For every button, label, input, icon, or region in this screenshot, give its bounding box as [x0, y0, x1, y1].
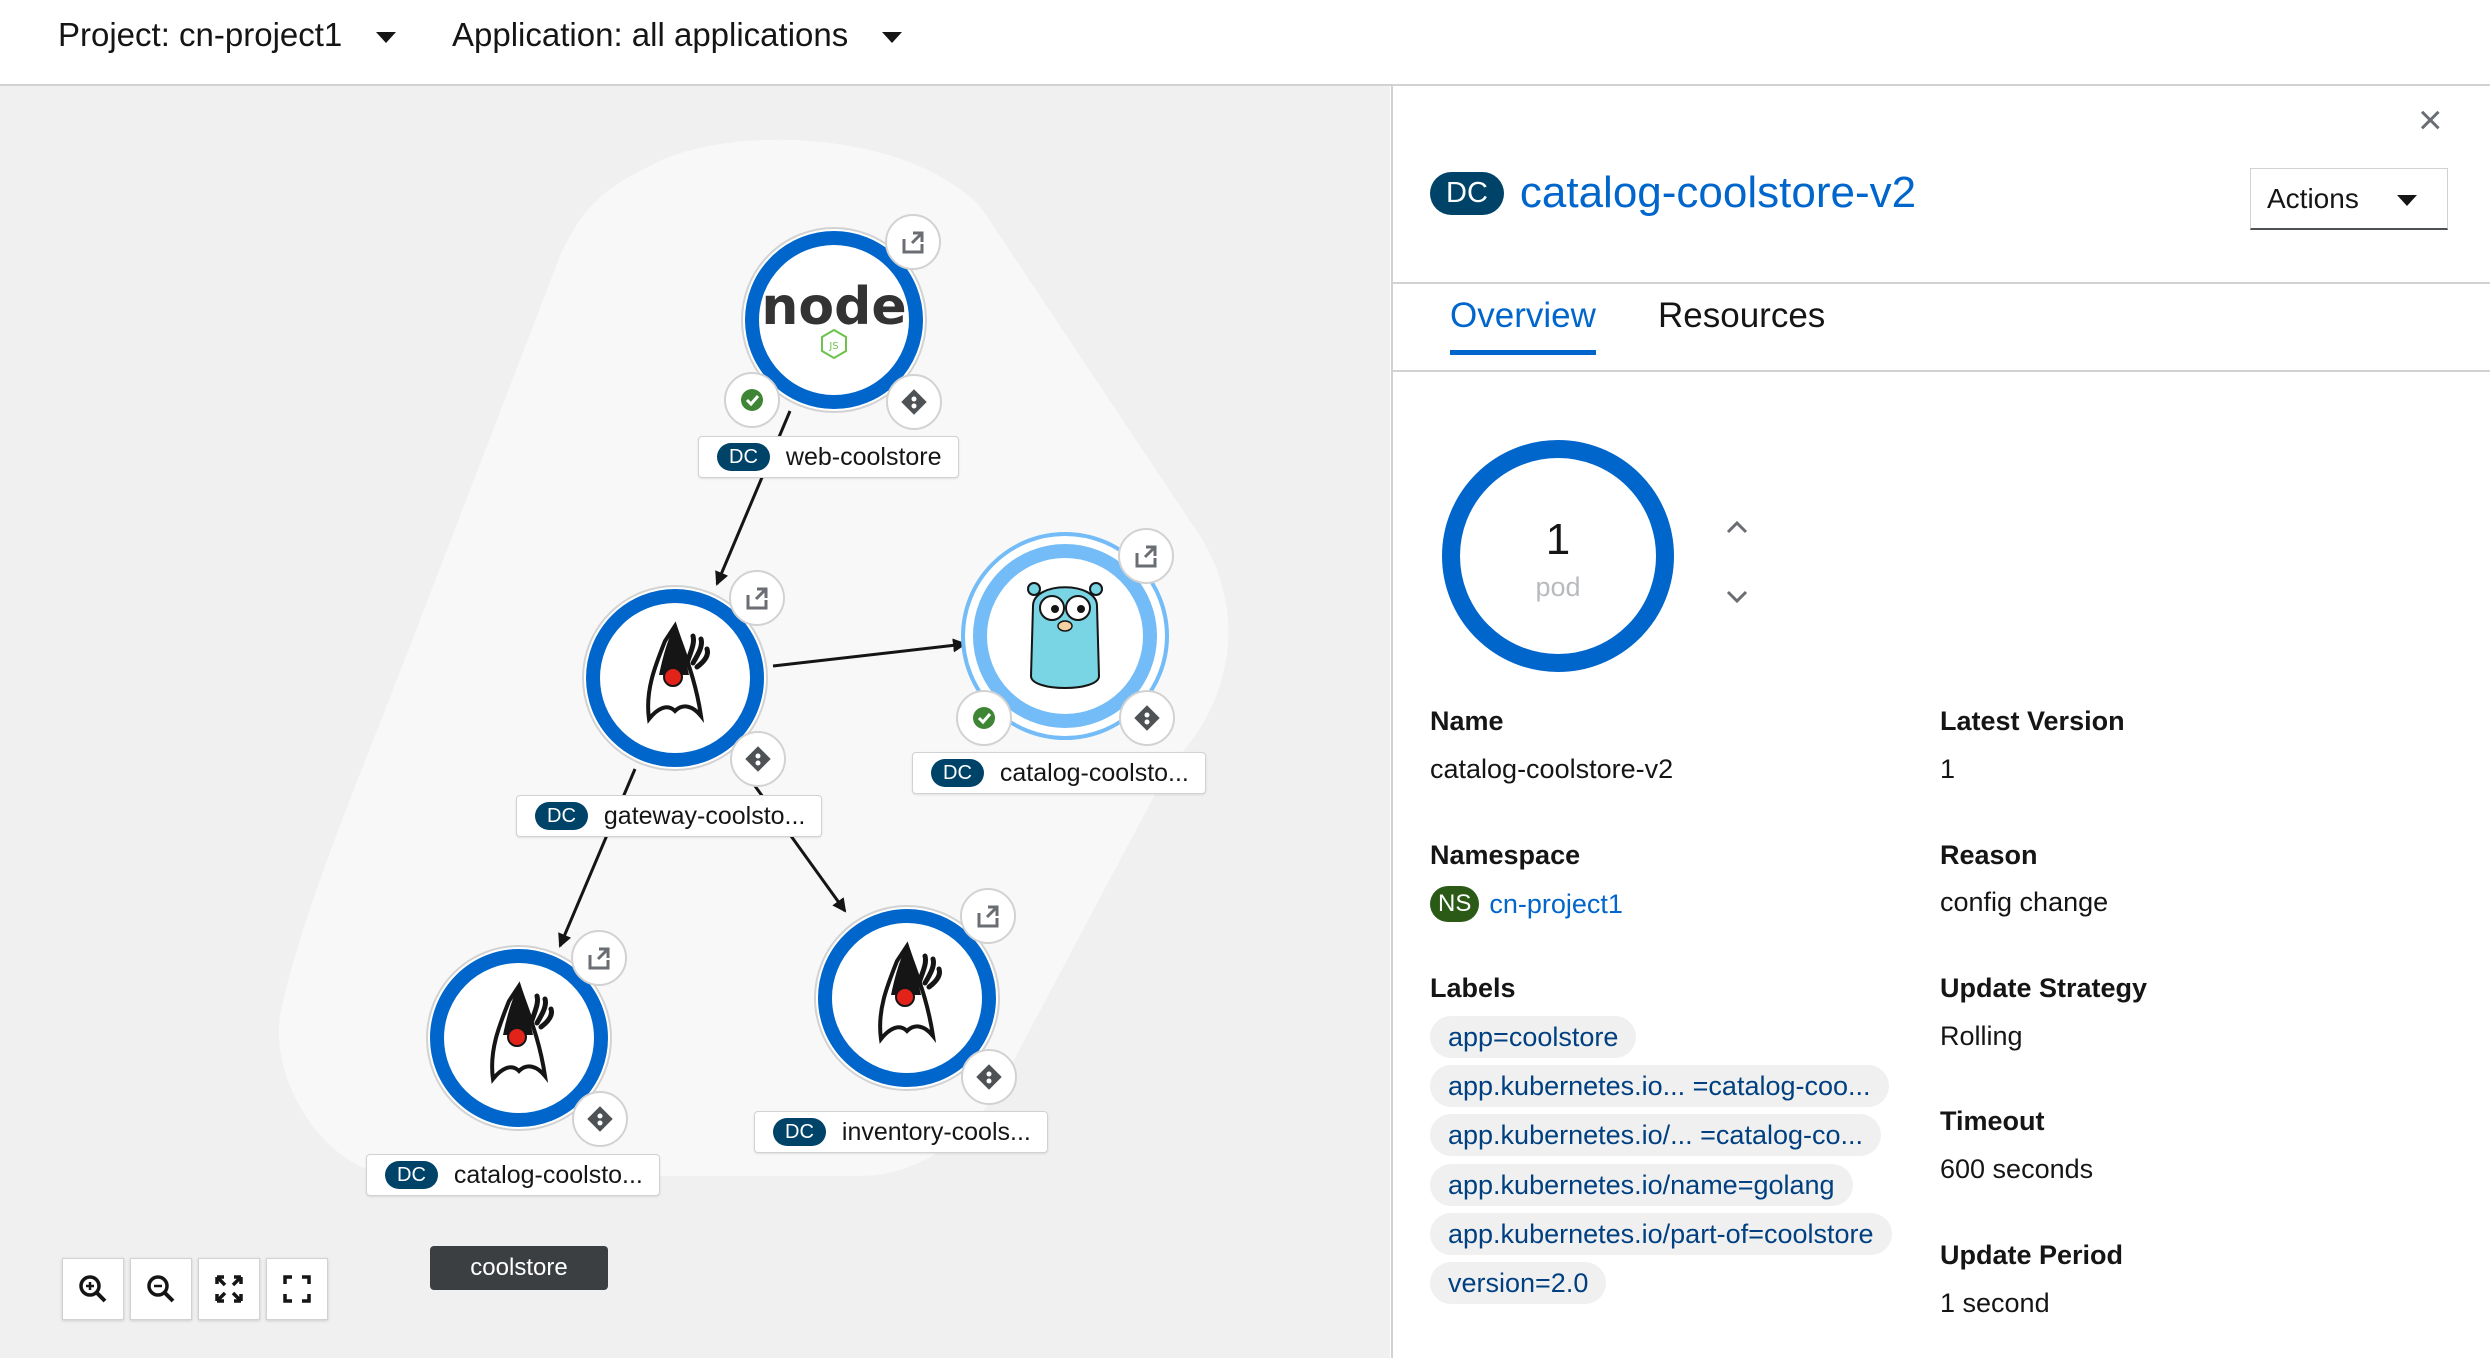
svg-text:node: node [761, 277, 906, 337]
dc-badge: DC [931, 759, 984, 787]
git-icon [1119, 690, 1175, 746]
timeout-value: 600 seconds [1940, 1154, 2094, 1184]
label-chip[interactable]: version=2.0 [1430, 1262, 1607, 1304]
external-link-icon [959, 887, 1017, 945]
tab-overview[interactable]: Overview [1450, 296, 1596, 355]
status-ok-icon [723, 371, 781, 429]
node-label-gateway[interactable]: DC gateway-coolsto... [516, 795, 823, 837]
actions-dropdown[interactable]: Actions [2250, 168, 2448, 230]
name-value: catalog-coolstore-v2 [1430, 754, 1674, 784]
application-selector-label: Application: all applications [452, 16, 849, 53]
dc-badge: DC [1430, 171, 1504, 215]
node-label-catalog-go[interactable]: DC catalog-coolsto... [912, 752, 1206, 794]
scale-up-icon[interactable] [1726, 510, 1748, 541]
dc-badge: DC [535, 802, 588, 830]
ns-badge: NS [1430, 886, 1480, 922]
zoom-out-button[interactable] [130, 1258, 192, 1320]
namespace-link[interactable]: cn-project1 [1489, 889, 1623, 920]
update-period-value: 1 second [1940, 1288, 2050, 1318]
resource-title[interactable]: catalog-coolstore-v2 [1520, 168, 1916, 218]
topology-canvas[interactable]: node JS DC web-coolstore DC gateway-cool… [0, 86, 1390, 1358]
external-link-icon [728, 569, 786, 627]
fit-to-screen-icon [215, 1275, 243, 1303]
panel-tabs: Overview Resources [1391, 282, 2490, 372]
status-ok-icon [955, 689, 1013, 747]
dc-badge: DC [717, 443, 770, 471]
context-bar: Project: cn-project1 Application: all ap… [0, 0, 2490, 86]
node-label-web-coolstore[interactable]: DC web-coolstore [698, 436, 959, 478]
topology-graph: node JS [278, 139, 1229, 1176]
actions-label: Actions [2267, 182, 2359, 214]
scale-down-icon[interactable] [1726, 580, 1748, 611]
caret-down-icon [882, 31, 903, 43]
label-chip[interactable]: app.kubernetes.io/part-of=coolstore [1430, 1213, 1892, 1255]
update-strategy-label: Update Strategy [1940, 973, 2148, 1003]
timeout-label: Timeout [1940, 1106, 2045, 1136]
project-selector-label: Project: cn-project1 [58, 16, 343, 53]
pod-count-label: pod [1535, 572, 1581, 602]
node-name: catalog-coolsto... [453, 1160, 643, 1189]
svg-text:JS: JS [828, 341, 838, 352]
git-icon [961, 1049, 1017, 1105]
labels-label: Labels [1430, 973, 1516, 1003]
name-label: Name [1430, 706, 1504, 736]
reason-value: config change [1940, 887, 2109, 917]
external-link-icon [884, 213, 942, 271]
project-selector[interactable]: Project: cn-project1 [58, 16, 397, 54]
node-name: web-coolstore [785, 442, 942, 471]
latest-version-label: Latest Version [1940, 706, 2125, 736]
dc-badge: DC [385, 1161, 438, 1189]
golang-gopher-icon [1027, 582, 1103, 689]
git-icon [886, 374, 942, 430]
git-icon [572, 1091, 628, 1147]
node-name: gateway-coolsto... [603, 801, 806, 830]
panel-header: DC catalog-coolstore-v2 [1430, 168, 1916, 218]
node-label-catalog-java[interactable]: DC catalog-coolsto... [366, 1154, 660, 1196]
zoom-out-icon [147, 1275, 175, 1303]
label-chip[interactable]: app=coolstore [1430, 1016, 1637, 1058]
update-strategy-value: Rolling [1940, 1021, 2023, 1051]
close-icon[interactable]: × [2418, 99, 2443, 141]
pod-count: 1 [1545, 515, 1571, 564]
git-icon [730, 731, 786, 787]
zoom-in-icon [79, 1275, 107, 1303]
group-label[interactable]: coolstore [430, 1246, 608, 1290]
node-name: inventory-cools... [841, 1117, 1031, 1146]
label-chip[interactable]: app.kubernetes.io/... =catalog-co... [1430, 1114, 1882, 1156]
node-label-inventory[interactable]: DC inventory-cools... [754, 1111, 1048, 1153]
caret-down-icon [376, 31, 397, 43]
update-period-label: Update Period [1940, 1240, 2124, 1270]
tab-resources[interactable]: Resources [1658, 296, 1825, 350]
external-link-icon [570, 929, 628, 987]
namespace-value: NS cn-project1 [1430, 886, 1623, 922]
reset-view-button[interactable] [266, 1258, 328, 1320]
reset-view-icon [283, 1275, 311, 1303]
fit-to-screen-button[interactable] [198, 1258, 260, 1320]
reason-label: Reason [1940, 840, 2038, 870]
label-chip[interactable]: app.kubernetes.io... =catalog-coo... [1430, 1065, 1889, 1107]
label-chip[interactable]: app.kubernetes.io/name=golang [1430, 1164, 1853, 1206]
latest-version-value: 1 [1940, 754, 1956, 784]
dc-badge: DC [773, 1118, 826, 1146]
zoom-in-button[interactable] [62, 1258, 124, 1320]
application-selector[interactable]: Application: all applications [452, 16, 903, 54]
external-link-icon [1117, 527, 1175, 585]
caret-down-icon [2397, 195, 2417, 206]
namespace-label: Namespace [1430, 840, 1581, 870]
node-name: catalog-coolsto... [999, 758, 1189, 787]
